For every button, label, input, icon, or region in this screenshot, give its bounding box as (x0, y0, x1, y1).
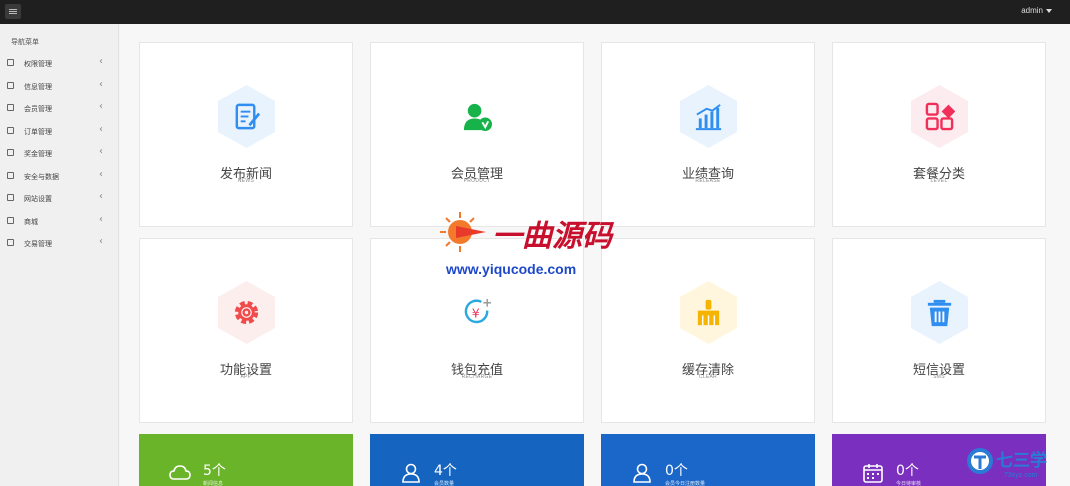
user-icon (631, 462, 653, 484)
card-subtitle: RELEASE (695, 178, 721, 184)
grid-icon (7, 239, 14, 246)
corner-logo-text: 七三学 (996, 451, 1047, 471)
calendar-icon (862, 462, 884, 484)
watermark-logo: 一曲源码 www.yiqucode.com (440, 208, 640, 280)
monitor-icon (7, 171, 14, 179)
stat-card[interactable]: 4个会员数量 (370, 434, 584, 486)
sidebar-item[interactable]: 会员管理 ‹ (0, 97, 119, 119)
sidebar-item[interactable]: 网站设置 ‹ (0, 187, 119, 209)
dashboard-card[interactable]: 会员管理 PRODUCT (370, 42, 584, 227)
chevron-left-icon: ‹ (99, 146, 103, 157)
trash-icon (924, 297, 955, 328)
card-subtitle: NEWS (237, 178, 255, 184)
sidebar-item-label: 订单管理 (24, 127, 52, 136)
sidebar-item[interactable]: 订单管理 ‹ (0, 120, 119, 142)
stat-label: 会员今日注册数量 (665, 481, 706, 486)
chevron-left-icon: ‹ (99, 56, 103, 67)
sidebar-item-label: 安全与数据 (24, 172, 59, 181)
corner-watermark: 七三学 73xyz.com (966, 445, 1066, 486)
sidebar-item-label: 会员管理 (24, 105, 52, 113)
menu-toggle-button[interactable] (5, 4, 21, 19)
dashboard-card[interactable]: 套餐分类 LEVEL (832, 42, 1046, 227)
card-subtitle: CLEAR (698, 374, 718, 380)
chevron-left-icon: ‹ (99, 191, 103, 202)
dashboard-card[interactable]: 功能设置 APP (139, 238, 353, 423)
sidebar-item-label: 奖金管理 (24, 150, 52, 158)
chevron-left-icon: ‹ (99, 78, 103, 90)
sidebar-item-label: 信息管理 (24, 82, 52, 91)
wallet-icon: ¥ (462, 297, 493, 328)
dashboard-card[interactable]: 业绩查询 RELEASE (601, 42, 815, 227)
card-icon-badge (213, 83, 280, 150)
user-icon (400, 462, 422, 484)
card-subtitle: PRODUCT (463, 178, 491, 184)
card-subtitle: APP (240, 374, 252, 380)
chart-icon (693, 101, 724, 132)
key-icon (7, 59, 14, 66)
card-icon-badge (906, 279, 973, 346)
stat-value: 4个 (434, 463, 457, 479)
card-subtitle: LEVEL (930, 178, 948, 184)
dashboard-card[interactable]: 发布新闻 NEWS (139, 42, 353, 227)
stat-card[interactable]: 5个新闻信息 (139, 434, 353, 486)
corner-logo-url: 73xyz.com (1004, 472, 1038, 479)
edit-icon (231, 101, 262, 132)
cloud-icon (169, 462, 191, 484)
sidebar-item[interactable]: 奖金管理 ‹ (0, 142, 119, 164)
card-icon-badge (444, 83, 511, 150)
username: admin (1021, 6, 1043, 15)
card-subtitle: RECHARGE (461, 374, 493, 380)
user-icon (7, 104, 14, 111)
sidebar-item[interactable]: 商城 ‹ (0, 210, 119, 232)
card-subtitle: SMS (933, 374, 945, 380)
chevron-left-icon: ‹ (99, 123, 103, 135)
sidebar-item[interactable]: 安全与数据 ‹ (0, 165, 119, 187)
stat-value: 0个 (896, 463, 919, 479)
caret-down-icon (1046, 8, 1052, 13)
watermark-url: www.yiqucode.com (446, 261, 577, 277)
category-icon (924, 101, 955, 132)
card-icon-badge (675, 83, 742, 150)
chevron-left-icon: ‹ (99, 236, 103, 247)
member-icon (462, 101, 493, 132)
chevron-left-icon: ‹ (99, 213, 103, 225)
monitor-icon (7, 149, 14, 156)
chevron-left-icon: ‹ (99, 101, 103, 112)
sidebar: 导航菜单 权限管理 ‹ 信息管理 ‹ 会员管理 ‹ 订单管理 ‹ 奖金管理 ‹ 安全与数据 ‹ 网站设置… (0, 24, 119, 486)
site-logo-icon (967, 448, 993, 474)
sidebar-item-label: 商城 (24, 217, 38, 226)
user-menu[interactable]: admin (1021, 6, 1052, 15)
stat-value: 0个 (665, 463, 688, 479)
card-icon-badge (213, 279, 280, 346)
key-icon (7, 81, 14, 89)
order-icon (7, 126, 14, 134)
sidebar-item[interactable]: 权限管理 ‹ (0, 52, 119, 74)
sun-logo-icon (440, 212, 486, 252)
card-icon-badge: ¥ (444, 279, 511, 346)
watermark-title: 一曲源码 (492, 219, 612, 254)
stat-value: 5个 (203, 463, 226, 479)
sidebar-item-label: 权限管理 (24, 60, 52, 68)
broom-icon (693, 297, 724, 328)
stat-label: 新闻信息 (203, 481, 224, 486)
gear-icon (231, 297, 262, 328)
svg-text:¥: ¥ (472, 305, 480, 320)
stat-label: 会员数量 (434, 481, 455, 486)
sidebar-item-label: 交易管理 (24, 240, 52, 248)
top-bar: admin (0, 0, 1070, 24)
monitor-icon (7, 194, 14, 201)
sidebar-item-label: 网站设置 (24, 195, 52, 203)
stat-card[interactable]: 0个会员今日注册数量 (601, 434, 815, 486)
sidebar-item[interactable]: 交易管理 ‹ (0, 232, 119, 254)
sidebar-item[interactable]: 信息管理 ‹ (0, 75, 119, 97)
stat-label: 今日待审核 (896, 481, 922, 486)
dashboard-card[interactable]: 短信设置 SMS (832, 238, 1046, 423)
card-icon-badge (675, 279, 742, 346)
card-icon-badge (906, 83, 973, 150)
shop-icon (7, 216, 14, 224)
sidebar-title: 导航菜单 (11, 38, 39, 46)
chevron-left-icon: ‹ (99, 168, 103, 180)
